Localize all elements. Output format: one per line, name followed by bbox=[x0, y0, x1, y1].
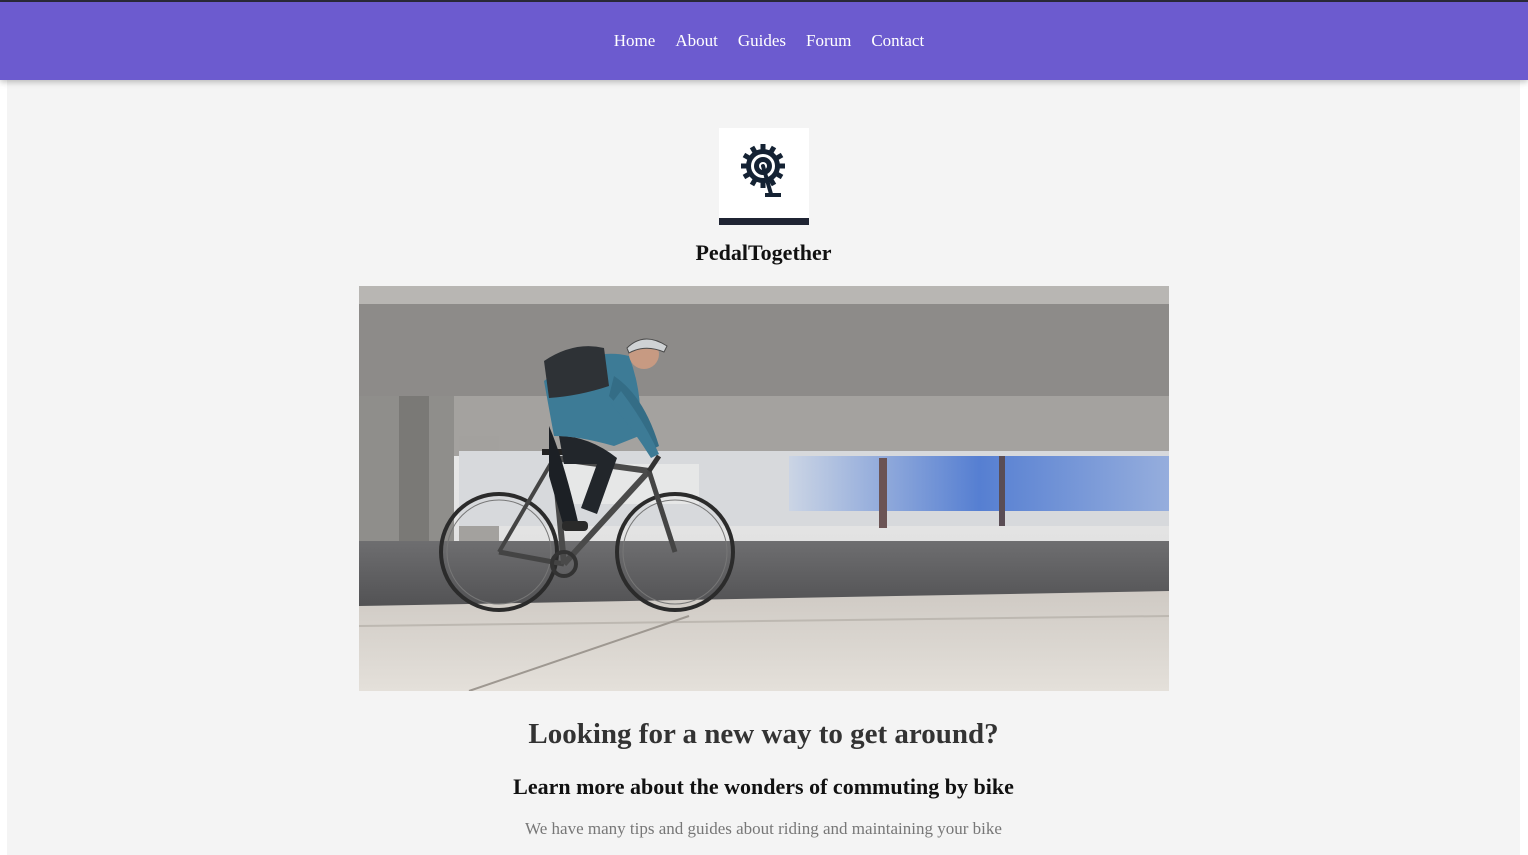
nav-link-contact[interactable]: Contact bbox=[861, 31, 934, 51]
hero-subheadline: Learn more about the wonders of commutin… bbox=[513, 774, 1014, 799]
nav-link-guides[interactable]: Guides bbox=[728, 31, 796, 51]
nav-link-home[interactable]: Home bbox=[604, 31, 666, 51]
logo-footer-strip bbox=[719, 218, 809, 225]
hero-tagline: We have many tips and guides about ridin… bbox=[525, 819, 1002, 838]
hero-image bbox=[359, 286, 1169, 691]
nav-link-forum[interactable]: Forum bbox=[796, 31, 861, 51]
site-title: PedalTogether bbox=[695, 240, 832, 265]
main-content: PedalTogether Looking for a new way to g… bbox=[7, 80, 1520, 855]
hero-headline: Looking for a new way to get around? bbox=[528, 718, 999, 750]
nav-link-about[interactable]: About bbox=[665, 31, 728, 51]
site-logo bbox=[719, 128, 809, 225]
cyclist-commuting-photo bbox=[359, 286, 1169, 691]
top-navbar: Home About Guides Forum Contact bbox=[0, 2, 1528, 80]
bike-crank-gear-icon bbox=[741, 144, 785, 197]
nav-list: Home About Guides Forum Contact bbox=[604, 31, 934, 51]
